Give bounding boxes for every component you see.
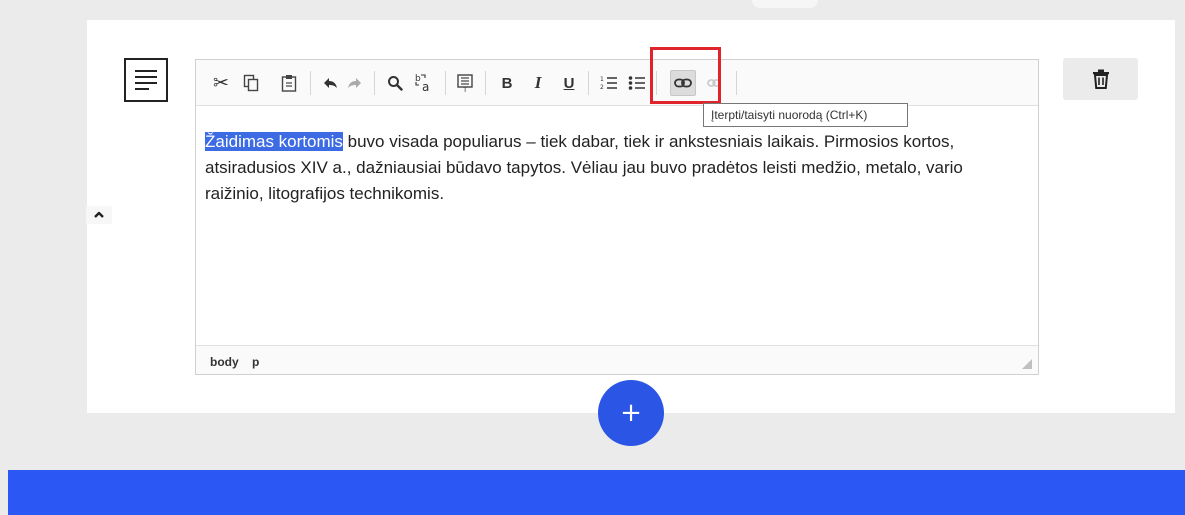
redo-button[interactable] [342, 70, 368, 96]
search-icon [388, 76, 403, 91]
copy-icon [243, 74, 259, 92]
editor-toolbar: ✂ ba T B I U 1 2 [196, 60, 1038, 106]
insert-link-button[interactable] [670, 70, 696, 96]
chevron-up-icon [94, 211, 104, 218]
copy-button[interactable] [238, 70, 264, 96]
numbered-list-button[interactable]: 12 [596, 70, 622, 96]
link-tooltip: Įterpti/taisyti nuorodą (Ctrl+K) [703, 103, 908, 127]
cut-button[interactable]: ✂ [208, 70, 234, 96]
find-button[interactable] [382, 70, 408, 96]
add-block-label: + [620, 398, 642, 428]
path-item-body[interactable]: body [210, 355, 239, 369]
bold-label: B [501, 74, 513, 92]
bold-button[interactable]: B [494, 70, 520, 96]
paste-icon [281, 75, 297, 92]
collapse-button[interactable] [86, 206, 112, 224]
paste-as-text-button[interactable]: T [452, 70, 478, 96]
link-icon [674, 78, 692, 88]
path-item-p[interactable]: p [252, 355, 259, 369]
redo-icon [348, 78, 361, 88]
undo-button[interactable] [317, 70, 343, 96]
underline-label: U [563, 74, 575, 92]
svg-text:1: 1 [600, 76, 604, 83]
remove-link-button[interactable] [701, 70, 727, 96]
text-block-icon[interactable] [124, 58, 168, 102]
svg-text:a: a [422, 80, 429, 94]
bullet-list-icon [628, 76, 645, 90]
footer-bar [8, 470, 1185, 515]
selected-text: Žaidimas kortomis [205, 132, 343, 151]
italic-button[interactable]: I [525, 70, 551, 96]
delete-block-button[interactable] [1063, 58, 1138, 100]
svg-text:T: T [462, 86, 468, 92]
paste-text-icon: T [457, 74, 473, 92]
italic-label: I [534, 73, 542, 92]
editor-statusbar: body p [196, 345, 1038, 374]
editor-content[interactable]: Žaidimas kortomis buvo visada populiarus… [205, 129, 1020, 207]
underline-button[interactable]: U [556, 70, 582, 96]
numbered-list-icon: 12 [600, 76, 617, 91]
undo-icon [324, 78, 337, 88]
replace-icon: ba [415, 74, 429, 94]
paste-button[interactable] [276, 70, 302, 96]
bullet-list-button[interactable] [624, 70, 650, 96]
add-block-button[interactable]: + [598, 380, 664, 446]
svg-text:2: 2 [600, 84, 604, 91]
top-tab [752, 0, 818, 8]
cut-icon: ✂ [213, 71, 229, 94]
resize-handle[interactable] [1022, 359, 1032, 369]
unlink-icon [707, 79, 721, 87]
replace-button[interactable]: ba [411, 70, 437, 96]
trash-icon [1092, 69, 1109, 89]
rich-text-editor[interactable]: ✂ ba T B I U 1 2 Žaidimas kortomis buvo … [195, 59, 1039, 375]
